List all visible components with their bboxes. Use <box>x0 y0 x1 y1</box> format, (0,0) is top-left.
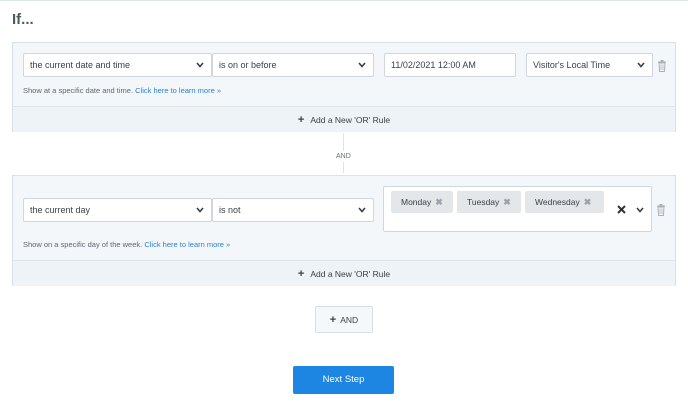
chevron-down-icon <box>358 207 366 213</box>
operator-select[interactable]: is not <box>212 198 374 222</box>
trash-icon[interactable] <box>657 60 667 72</box>
tag-chip[interactable]: Wednesday ✖ <box>525 191 604 213</box>
condition-select-value: the current date and time <box>30 60 131 70</box>
timezone-select-value: Visitor's Local Time <box>533 60 611 70</box>
condition-select-value: the current day <box>30 205 91 215</box>
rule-hint: Show on a specific day of the week. Clic… <box>23 240 230 249</box>
add-or-rule-button[interactable]: + Add a New 'OR' Rule <box>13 106 675 132</box>
tag-label: Tuesday <box>467 197 500 207</box>
tag-label: Wednesday <box>535 197 580 207</box>
tag-label: Monday <box>401 197 432 207</box>
operator-select[interactable]: is on or before <box>212 53 374 77</box>
plus-icon: + <box>297 114 305 126</box>
plus-icon: + <box>329 314 337 326</box>
operator-select-value: is not <box>219 205 241 215</box>
next-step-button[interactable]: Next Step <box>293 366 394 394</box>
add-and-rule-label: AND <box>340 315 359 325</box>
trash-icon[interactable] <box>656 204 666 216</box>
remove-tag-icon[interactable]: ✖ <box>584 197 592 207</box>
add-or-rule-button[interactable]: + Add a New 'OR' Rule <box>13 260 675 286</box>
top-divider <box>0 0 688 1</box>
remove-tag-icon[interactable]: ✖ <box>503 197 511 207</box>
clear-all-icon[interactable] <box>617 205 626 214</box>
datetime-value: 11/02/2021 12:00 AM <box>391 60 476 70</box>
operator-select-value: is on or before <box>219 60 277 70</box>
timezone-select[interactable]: Visitor's Local Time <box>526 53 653 77</box>
chevron-down-icon <box>196 62 204 68</box>
chevron-down-icon <box>637 62 645 68</box>
rule-hint-text: Show at a specific date and time. <box>23 86 134 95</box>
condition-select[interactable]: the current date and time <box>23 53 212 77</box>
add-and-rule-button[interactable]: + AND <box>315 306 373 333</box>
plus-icon: + <box>297 268 305 280</box>
chevron-down-icon[interactable] <box>636 207 644 213</box>
chevron-down-icon <box>196 207 204 213</box>
add-or-rule-label: Add a New 'OR' Rule <box>310 269 391 279</box>
rule-hint: Show at a specific date and time. Click … <box>23 86 221 95</box>
rule-group-1: the current date and time is on or befor… <box>12 42 676 132</box>
tag-chip[interactable]: Monday ✖ <box>391 191 453 213</box>
condition-select[interactable]: the current day <box>23 198 212 222</box>
chevron-down-icon <box>358 62 366 68</box>
tag-chip[interactable]: Tuesday ✖ <box>457 191 521 213</box>
learn-more-link[interactable]: Click here to learn more » <box>144 240 230 249</box>
day-multiselect[interactable]: Monday ✖ Tuesday ✖ Wednesday ✖ <box>383 186 652 232</box>
connector-label: AND <box>330 151 357 162</box>
add-or-rule-label: Add a New 'OR' Rule <box>310 115 391 125</box>
datetime-input[interactable]: 11/02/2021 12:00 AM <box>384 53 516 77</box>
learn-more-link[interactable]: Click here to learn more » <box>135 86 221 95</box>
rule-hint-text: Show on a specific day of the week. <box>23 240 143 249</box>
page-title: If... <box>12 11 34 28</box>
remove-tag-icon[interactable]: ✖ <box>435 197 443 207</box>
